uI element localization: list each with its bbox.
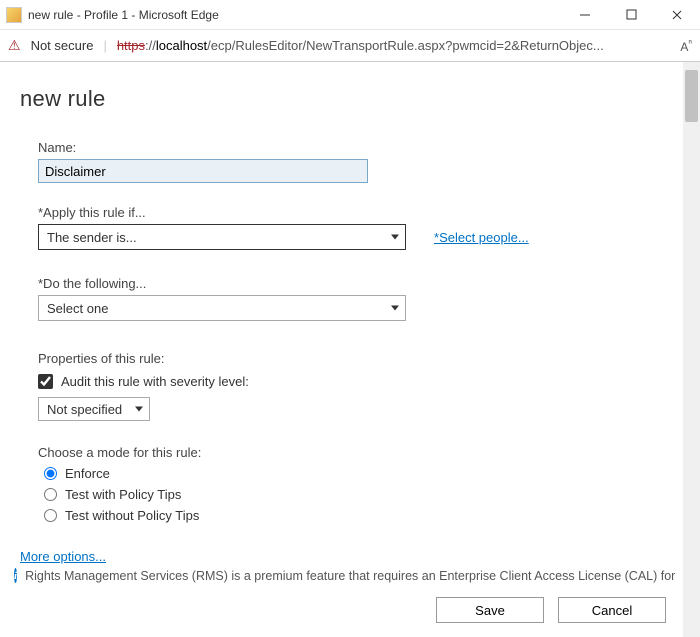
select-people-link[interactable]: *Select people... [434,230,529,245]
severity-value: Not specified [47,402,122,417]
do-following-value: Select one [47,301,108,316]
url-display[interactable]: https://localhost/ecp/RulesEditor/NewTra… [117,38,671,53]
chevron-down-icon [391,306,399,311]
mode-test-no-tips-label: Test without Policy Tips [65,508,199,523]
chevron-down-icon [391,235,399,240]
window-favicon [6,7,22,23]
not-secure-label: Not secure [31,38,94,53]
page-title: new rule [20,86,680,112]
apply-rule-label: *Apply this rule if... [38,205,680,220]
close-button[interactable] [654,0,700,30]
audit-checkbox[interactable] [38,374,53,389]
rms-notice: i Rights Management Services (RMS) is a … [14,568,678,583]
chevron-down-icon [135,407,143,412]
info-icon: i [14,568,17,583]
mode-test-no-tips-radio[interactable] [44,509,57,522]
read-aloud-icon[interactable]: Aⁿ [680,38,692,54]
address-bar: ⚠ Not secure | https://localhost/ecp/Rul… [0,30,700,62]
more-options-link[interactable]: More options... [20,549,106,564]
apply-rule-value: The sender is... [47,230,137,245]
mode-enforce-radio[interactable] [44,467,57,480]
mode-label: Choose a mode for this rule: [38,445,680,460]
cancel-button[interactable]: Cancel [558,597,666,623]
not-secure-icon: ⚠ [8,37,21,54]
url-host: localhost [156,38,207,53]
apply-rule-select[interactable]: The sender is... [38,224,406,250]
maximize-button[interactable] [608,0,654,30]
mode-test-tips-label: Test with Policy Tips [65,487,181,502]
window-titlebar: new rule - Profile 1 - Microsoft Edge [0,0,700,30]
minimize-button[interactable] [562,0,608,30]
url-path: /ecp/RulesEditor/NewTransportRule.aspx?p… [207,38,604,53]
do-following-label: *Do the following... [38,276,680,291]
name-label: Name: [38,140,680,155]
mode-enforce-label: Enforce [65,466,110,481]
mode-test-tips-radio[interactable] [44,488,57,501]
rms-text: Rights Management Services (RMS) is a pr… [25,569,678,583]
name-input[interactable] [38,159,368,183]
audit-label: Audit this rule with severity level: [61,374,249,389]
do-following-select[interactable]: Select one [38,295,406,321]
properties-label: Properties of this rule: [38,351,680,366]
save-button[interactable]: Save [436,597,544,623]
window-title: new rule - Profile 1 - Microsoft Edge [28,8,562,22]
severity-select[interactable]: Not specified [38,397,150,421]
url-protocol: https [117,38,145,53]
